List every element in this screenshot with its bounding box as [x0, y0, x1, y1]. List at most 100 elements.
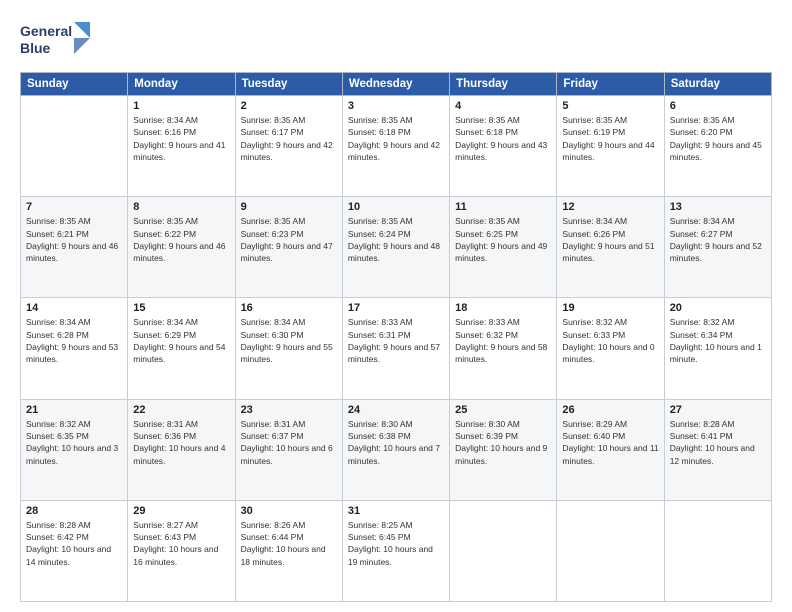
calendar-cell: 20 Sunrise: 8:32 AMSunset: 6:34 PMDayligh…	[664, 298, 771, 399]
calendar-cell: 22Sunrise: 8:31 AMSunset: 6:36 PMDayligh…	[128, 399, 235, 500]
day-info: Sunrise: 8:35 AMSunset: 6:19 PMDaylight:…	[562, 114, 658, 163]
day-info: Sunrise: 8:28 AMSunset: 6:41 PMDaylight:…	[670, 418, 766, 467]
logo-svg: General Blue	[20, 18, 92, 62]
day-number: 26	[562, 404, 658, 416]
day-info: Sunrise: 8:35 AMSunset: 6:17 PMDaylight:…	[241, 114, 337, 163]
day-info: Sunrise: 8:35 AMSunset: 6:18 PMDaylight:…	[348, 114, 444, 163]
day-info: Sunrise: 8:34 AMSunset: 6:29 PMDaylight:…	[133, 316, 229, 365]
calendar-cell: 7 Sunrise: 8:35 AMSunset: 6:21 PMDaylight…	[21, 197, 128, 298]
calendar-cell: 4 Sunrise: 8:35 AMSunset: 6:18 PMDaylight…	[450, 96, 557, 197]
calendar-cell: 30 Sunrise: 8:26 AMSunset: 6:44 PMDayligh…	[235, 500, 342, 601]
day-number: 15	[133, 302, 229, 314]
week-row-2: 7 Sunrise: 8:35 AMSunset: 6:21 PMDaylight…	[21, 197, 772, 298]
day-number: 12	[562, 201, 658, 213]
calendar-cell: 6 Sunrise: 8:35 AMSunset: 6:20 PMDaylight…	[664, 96, 771, 197]
day-number: 9	[241, 201, 337, 213]
day-number: 6	[670, 100, 766, 112]
week-row-3: 14 Sunrise: 8:34 AMSunset: 6:28 PMDayligh…	[21, 298, 772, 399]
day-info: Sunrise: 8:35 AMSunset: 6:25 PMDaylight:…	[455, 215, 551, 264]
calendar-cell: 25 Sunrise: 8:30 AMSunset: 6:39 PMDayligh…	[450, 399, 557, 500]
week-row-4: 21Sunrise: 8:32 AMSunset: 6:35 PMDayligh…	[21, 399, 772, 500]
day-number: 21	[26, 404, 122, 416]
day-info: Sunrise: 8:35 AMSunset: 6:21 PMDaylight:…	[26, 215, 122, 264]
week-row-1: 1 Sunrise: 8:34 AMSunset: 6:16 PMDaylight…	[21, 96, 772, 197]
day-number: 27	[670, 404, 766, 416]
day-info: Sunrise: 8:34 AMSunset: 6:26 PMDaylight:…	[562, 215, 658, 264]
calendar-cell: 2 Sunrise: 8:35 AMSunset: 6:17 PMDaylight…	[235, 96, 342, 197]
calendar-cell: 8 Sunrise: 8:35 AMSunset: 6:22 PMDaylight…	[128, 197, 235, 298]
day-number: 8	[133, 201, 229, 213]
day-number: 17	[348, 302, 444, 314]
svg-text:Blue: Blue	[20, 40, 51, 56]
col-header-friday: Friday	[557, 73, 664, 96]
day-info: Sunrise: 8:34 AMSunset: 6:27 PMDaylight:…	[670, 215, 766, 264]
day-number: 16	[241, 302, 337, 314]
day-number: 1	[133, 100, 229, 112]
col-header-tuesday: Tuesday	[235, 73, 342, 96]
col-header-monday: Monday	[128, 73, 235, 96]
day-info: Sunrise: 8:35 AMSunset: 6:20 PMDaylight:…	[670, 114, 766, 163]
calendar-cell	[450, 500, 557, 601]
day-number: 20	[670, 302, 766, 314]
calendar-cell: 27 Sunrise: 8:28 AMSunset: 6:41 PMDayligh…	[664, 399, 771, 500]
day-number: 22	[133, 404, 229, 416]
day-info: Sunrise: 8:33 AMSunset: 6:32 PMDaylight:…	[455, 316, 551, 365]
svg-text:General: General	[20, 23, 72, 39]
day-number: 29	[133, 505, 229, 517]
day-info: Sunrise: 8:34 AMSunset: 6:16 PMDaylight:…	[133, 114, 229, 163]
col-header-wednesday: Wednesday	[342, 73, 449, 96]
logo: General Blue	[20, 18, 92, 62]
day-info: Sunrise: 8:26 AMSunset: 6:44 PMDaylight:…	[241, 519, 337, 568]
day-info: Sunrise: 8:35 AMSunset: 6:24 PMDaylight:…	[348, 215, 444, 264]
calendar-cell: 28 Sunrise: 8:28 AMSunset: 6:42 PMDayligh…	[21, 500, 128, 601]
day-info: Sunrise: 8:27 AMSunset: 6:43 PMDaylight:…	[133, 519, 229, 568]
col-header-thursday: Thursday	[450, 73, 557, 96]
day-info: Sunrise: 8:35 AMSunset: 6:18 PMDaylight:…	[455, 114, 551, 163]
day-info: Sunrise: 8:34 AMSunset: 6:30 PMDaylight:…	[241, 316, 337, 365]
day-number: 7	[26, 201, 122, 213]
calendar-cell: 1 Sunrise: 8:34 AMSunset: 6:16 PMDaylight…	[128, 96, 235, 197]
calendar-cell: 15 Sunrise: 8:34 AMSunset: 6:29 PMDayligh…	[128, 298, 235, 399]
calendar-cell: 16 Sunrise: 8:34 AMSunset: 6:30 PMDayligh…	[235, 298, 342, 399]
day-info: Sunrise: 8:29 AMSunset: 6:40 PMDaylight:…	[562, 418, 658, 467]
calendar-cell: 14 Sunrise: 8:34 AMSunset: 6:28 PMDayligh…	[21, 298, 128, 399]
day-number: 13	[670, 201, 766, 213]
day-number: 11	[455, 201, 551, 213]
calendar-cell: 21Sunrise: 8:32 AMSunset: 6:35 PMDayligh…	[21, 399, 128, 500]
calendar-cell: 10 Sunrise: 8:35 AMSunset: 6:24 PMDayligh…	[342, 197, 449, 298]
day-number: 2	[241, 100, 337, 112]
calendar-cell: 23Sunrise: 8:31 AMSunset: 6:37 PMDayligh…	[235, 399, 342, 500]
day-number: 5	[562, 100, 658, 112]
day-info: Sunrise: 8:32 AMSunset: 6:33 PMDaylight:…	[562, 316, 658, 365]
col-header-saturday: Saturday	[664, 73, 771, 96]
day-info: Sunrise: 8:33 AMSunset: 6:31 PMDaylight:…	[348, 316, 444, 365]
calendar-cell	[557, 500, 664, 601]
day-number: 24	[348, 404, 444, 416]
day-number: 30	[241, 505, 337, 517]
col-header-sunday: Sunday	[21, 73, 128, 96]
header-row: SundayMondayTuesdayWednesdayThursdayFrid…	[21, 73, 772, 96]
page: General Blue SundayMondayTuesdayWednesda…	[0, 0, 792, 612]
day-info: Sunrise: 8:35 AMSunset: 6:23 PMDaylight:…	[241, 215, 337, 264]
calendar-cell: 19Sunrise: 8:32 AMSunset: 6:33 PMDayligh…	[557, 298, 664, 399]
calendar-cell: 17 Sunrise: 8:33 AMSunset: 6:31 PMDayligh…	[342, 298, 449, 399]
day-info: Sunrise: 8:28 AMSunset: 6:42 PMDaylight:…	[26, 519, 122, 568]
day-number: 14	[26, 302, 122, 314]
calendar-cell: 3Sunrise: 8:35 AMSunset: 6:18 PMDaylight…	[342, 96, 449, 197]
day-info: Sunrise: 8:34 AMSunset: 6:28 PMDaylight:…	[26, 316, 122, 365]
calendar-cell: 24Sunrise: 8:30 AMSunset: 6:38 PMDayligh…	[342, 399, 449, 500]
calendar-cell: 11 Sunrise: 8:35 AMSunset: 6:25 PMDayligh…	[450, 197, 557, 298]
day-number: 10	[348, 201, 444, 213]
calendar-table: SundayMondayTuesdayWednesdayThursdayFrid…	[20, 72, 772, 602]
day-number: 25	[455, 404, 551, 416]
day-number: 18	[455, 302, 551, 314]
day-number: 28	[26, 505, 122, 517]
day-info: Sunrise: 8:30 AMSunset: 6:39 PMDaylight:…	[455, 418, 551, 467]
week-row-5: 28 Sunrise: 8:28 AMSunset: 6:42 PMDayligh…	[21, 500, 772, 601]
day-info: Sunrise: 8:35 AMSunset: 6:22 PMDaylight:…	[133, 215, 229, 264]
day-number: 31	[348, 505, 444, 517]
calendar-cell: 29 Sunrise: 8:27 AMSunset: 6:43 PMDayligh…	[128, 500, 235, 601]
day-info: Sunrise: 8:32 AMSunset: 6:34 PMDaylight:…	[670, 316, 766, 365]
calendar-cell: 5 Sunrise: 8:35 AMSunset: 6:19 PMDaylight…	[557, 96, 664, 197]
day-number: 4	[455, 100, 551, 112]
